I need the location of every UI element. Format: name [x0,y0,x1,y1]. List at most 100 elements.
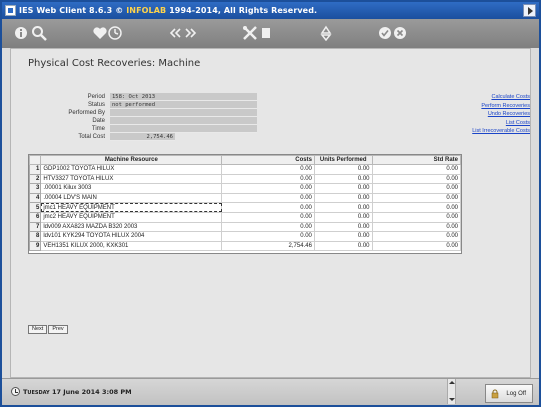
status-date-time: 17 June 2014 3:08 PM [51,387,132,396]
column-header-std-rate[interactable]: Std Rate [371,155,461,165]
cell-costs[interactable]: 0.00 [221,173,315,185]
window-menu-button[interactable] [523,4,536,17]
column-header-units-performed[interactable]: Units Performed [313,155,373,165]
row-number: 1 [28,164,42,175]
scroll-up-icon[interactable] [449,381,455,384]
favorite-icon[interactable] [93,25,107,41]
cell-std-rate[interactable]: 0.00 [371,183,461,194]
undo-recoveries-link[interactable]: Undo Recoveries [440,110,530,119]
cell-units-performed[interactable]: 0.00 [313,183,373,194]
row-number: 5 [28,202,42,213]
cell-units-performed[interactable]: 0.00 [313,231,373,242]
cell-costs[interactable]: 0.00 [221,164,315,175]
clock-icon [11,387,20,396]
cancel-icon[interactable] [393,25,407,41]
prev-button[interactable]: Prev [48,325,68,334]
table-row[interactable]: 4.00004 LDV'S MAIN 0.00 0.00 0.00 [28,192,461,204]
grid-header-row: Machine Resource Costs Units Performed S… [28,155,461,165]
recycle-icon[interactable] [318,25,334,41]
cell-std-rate[interactable]: 0.00 [371,231,461,242]
total-cost-label: Total Cost [78,134,105,140]
cell-machine-resource[interactable]: jmc2 HEAVY EQUIPMENT [40,211,223,223]
table-row[interactable]: 8 ldv101 KYK294 TOYOTA HILUX 2004 0.00 0.00… [28,231,461,242]
toolbar [2,19,539,48]
cell-std-rate[interactable]: 0.00 [371,211,461,223]
cell-std-rate[interactable]: 0.00 [371,173,461,185]
cell-costs[interactable]: 0.00 [221,231,315,242]
scroll-down-icon[interactable] [449,398,455,401]
cell-costs[interactable]: 0.00 [221,183,315,194]
table-row[interactable]: 5 jmc1 HEAVY EQUIPMENT 0.00 0.00 0.00 [28,202,461,213]
cell-units-performed[interactable]: 0.00 [313,240,373,252]
back-icon[interactable] [168,25,182,41]
page-title: Physical Cost Recoveries: Machine [28,58,201,69]
window-title: IES Web Client 8.6.3 © INFOLAB 1994-2014… [19,6,317,15]
log-off-button[interactable]: Log Off [485,384,533,403]
title-prefix: IES Web Client 8.6.3 © [19,6,127,15]
cell-machine-resource[interactable]: .00001 Kilux 3003 [40,183,223,194]
cell-machine-resource[interactable]: HTV3327 TOYOTA HILUX [40,173,223,185]
cell-costs[interactable]: 0.00 [221,211,315,223]
cell-machine-resource[interactable]: GDP1002 TOYOTA HILUX [40,164,223,175]
cell-std-rate[interactable]: 0.00 [371,164,461,175]
forward-icon[interactable] [184,25,198,41]
cell-machine-resource[interactable]: ldv101 KYK294 TOYOTA HILUX 2004 [40,231,223,242]
info-icon[interactable] [14,25,28,41]
log-off-label: Log Off [506,391,526,397]
table-row[interactable]: 7 ldv009 AXA823 MAZDA B320 2003 0.00 0.00 0.… [28,221,461,233]
cell-costs[interactable]: 0.00 [221,202,315,213]
cell-units-performed[interactable]: 0.00 [313,211,373,223]
perform-recoveries-link[interactable]: Perform Recoveries [440,102,530,111]
list-costs-link[interactable]: List Costs [440,119,530,128]
row-number: 8 [28,231,42,242]
date-value [110,117,257,125]
list-irrecoverable-costs-link[interactable]: List Irrecoverable Costs [440,127,530,136]
calculate-costs-link[interactable]: Calculate Costs [440,93,530,102]
status-scrollbar[interactable] [447,379,456,404]
status-bar: Tuesday 17 June 2014 3:08 PM Log Off [2,378,539,405]
cell-units-performed[interactable]: 0.00 [313,164,373,175]
history-icon[interactable] [108,25,122,41]
table-row[interactable]: 6 jmc2 HEAVY EQUIPMENT 0.00 0.00 0.00 [28,211,461,223]
lock-icon [491,389,499,399]
status-label: Status [87,102,105,108]
cell-costs[interactable]: 0.00 [221,192,315,204]
table-row[interactable]: 3.00001 Kilux 3003 0.00 0.00 0.00 [28,183,461,194]
table-row[interactable]: 9 VEH1351 KILUX 2000, KXK301 2,754.46 0.00 0… [28,240,461,252]
row-number: 3 [28,183,42,194]
search-icon[interactable] [31,25,47,41]
cell-machine-resource[interactable]: jmc1 HEAVY EQUIPMENT [40,202,223,213]
time-value [110,125,257,133]
cell-costs[interactable]: 2,754.46 [221,240,315,252]
cell-machine-resource[interactable]: .00004 LDV'S MAIN [40,192,223,204]
total-cost-value: 2,754.46 [110,133,175,141]
cell-machine-resource[interactable]: ldv009 AXA823 MAZDA B320 2003 [40,221,223,233]
period-value: 158: Oct 2013 [110,93,257,101]
cell-units-performed[interactable]: 0.00 [313,221,373,233]
table-row[interactable]: 2 HTV3327 TOYOTA HILUX 0.00 0.00 0.00 [28,173,461,185]
title-brand: INFOLAB [126,6,167,15]
page-icon[interactable] [260,25,272,41]
tools-icon[interactable] [242,25,258,41]
row-number: 4 [28,192,42,204]
cell-std-rate[interactable]: 0.00 [371,240,461,252]
row-number: 2 [28,173,42,185]
cell-std-rate[interactable]: 0.00 [371,202,461,213]
cell-costs[interactable]: 0.00 [221,221,315,233]
status-datetime: Tuesday 17 June 2014 3:08 PM [11,387,132,396]
cell-std-rate[interactable]: 0.00 [371,192,461,204]
column-header-costs[interactable]: Costs [221,155,315,165]
time-label: Time [91,126,105,132]
cell-machine-resource[interactable]: VEH1351 KILUX 2000, KXK301 [40,240,223,252]
grid-body: 1 GDP1002 TOYOTA HILUX 0.00 0.00 0.00 2 HTV332… [28,164,461,252]
cell-units-performed[interactable]: 0.00 [313,192,373,204]
title-suffix: 1994-2014, All Rights Reserved. [166,6,318,15]
next-button[interactable]: Next [28,325,48,334]
cell-std-rate[interactable]: 0.00 [371,221,461,233]
table-row[interactable]: 1 GDP1002 TOYOTA HILUX 0.00 0.00 0.00 [28,164,461,175]
cell-units-performed[interactable]: 0.00 [313,173,373,185]
cell-units-performed[interactable]: 0.00 [313,202,373,213]
ok-icon[interactable] [378,25,392,41]
column-header-machine-resource[interactable]: Machine Resource [40,155,223,165]
grid-corner-header [28,155,42,165]
